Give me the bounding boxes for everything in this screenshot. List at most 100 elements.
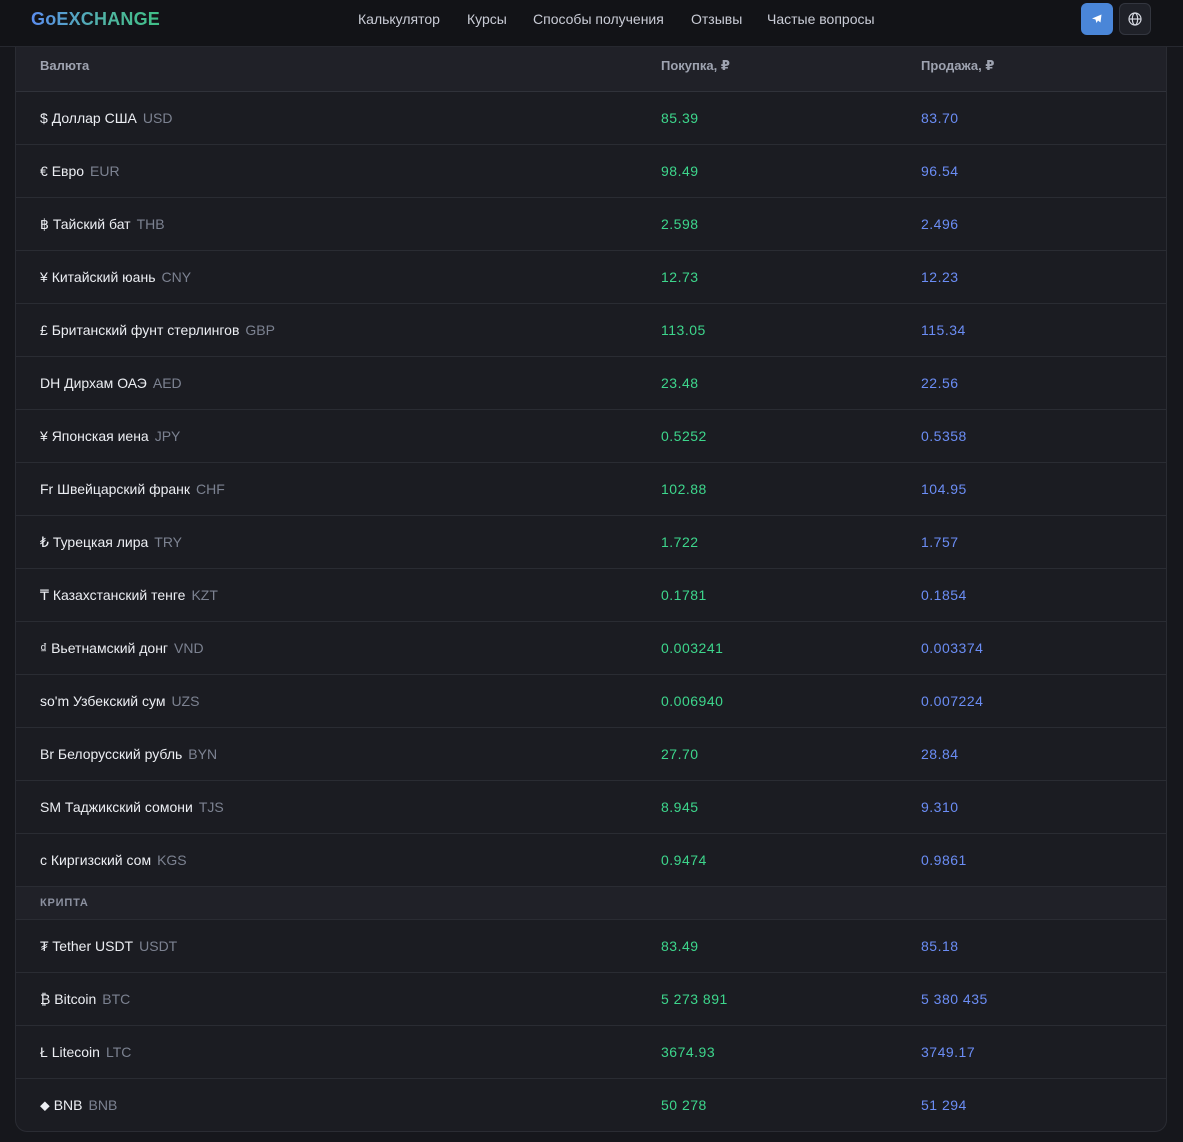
currency-code: THB — [136, 216, 165, 232]
nav-reviews[interactable]: Отзывы — [691, 11, 742, 27]
currency-symbol: ฿ — [40, 216, 49, 232]
currency-name: Казахстанский тенге — [52, 587, 186, 603]
currency-symbol: Fr — [40, 481, 54, 497]
currency-code: CNY — [161, 269, 192, 285]
table-row[interactable]: € Евро EUR 98.49 96.54 — [16, 145, 1166, 198]
currency-code: EUR — [90, 163, 120, 179]
currency-name: Доллар США — [51, 110, 137, 126]
table-row[interactable]: $ Доллар США USD 85.39 83.70 — [16, 92, 1166, 145]
top-navigation-bar: GoEXCHANGE Калькулятор Курсы Способы пол… — [0, 0, 1183, 47]
currency-name: Швейцарский франк — [57, 481, 191, 497]
currency-name: Турецкая лира — [52, 534, 149, 550]
globe-icon — [1128, 12, 1142, 26]
currency-name: Дирхам ОАЭ — [64, 375, 147, 391]
table-row[interactable]: ¥ Китайский юань CNY 12.73 12.23 — [16, 251, 1166, 304]
buy-rate: 98.49 — [661, 163, 699, 179]
buy-rate: 23.48 — [661, 375, 699, 391]
currency-name: Таджикский сомони — [64, 799, 193, 815]
currency-symbol: Br — [40, 746, 54, 762]
currency-cell: ⬥ BNB BNB — [40, 1097, 117, 1114]
currency-symbol: ¥ — [40, 428, 48, 444]
table-header: Валюта Покупка, ₽ Продажа, ₽ — [16, 47, 1166, 92]
buy-rate: 1.722 — [661, 534, 699, 550]
currency-symbol: Ł — [40, 1044, 48, 1060]
buy-rate: 83.49 — [661, 938, 699, 954]
table-row[interactable]: Fr Швейцарский франк CHF 102.88 104.95 — [16, 463, 1166, 516]
currency-symbol: ₿ — [40, 991, 51, 1007]
table-row[interactable]: с Киргизский сом KGS 0.9474 0.9861 — [16, 834, 1166, 887]
currency-cell: SM Таджикский сомони TJS — [40, 799, 224, 815]
currency-symbol: ₮ — [40, 938, 49, 954]
table-row[interactable]: Br Белорусский рубль BYN 27.70 28.84 — [16, 728, 1166, 781]
sell-rate: 22.56 — [921, 375, 959, 391]
currency-name: Тайский бат — [52, 216, 131, 232]
buy-rate: 0.9474 — [661, 852, 707, 868]
currency-cell: ₫ Вьетнамский донг VND — [40, 640, 204, 656]
nav-delivery-methods[interactable]: Способы получения — [533, 11, 664, 27]
table-row[interactable]: ⬥ BNB BNB 50 278 51 294 — [16, 1079, 1166, 1131]
currency-code: AED — [152, 375, 182, 391]
buy-rate: 50 278 — [661, 1097, 707, 1113]
currency-code: BNB — [88, 1097, 118, 1113]
buy-rate: 85.39 — [661, 110, 699, 126]
telegram-icon — [1092, 14, 1102, 23]
currency-symbol: с — [40, 852, 47, 868]
table-row[interactable]: ₮ Tether USDT USDT 83.49 85.18 — [16, 920, 1166, 973]
table-row[interactable]: ₿ Bitcoin BTC 5 273 891 5 380 435 — [16, 973, 1166, 1026]
currency-cell: $ Доллар США USD — [40, 110, 172, 126]
buy-rate: 102.88 — [661, 481, 707, 497]
language-button[interactable] — [1119, 3, 1151, 35]
table-row[interactable]: ₺ Турецкая лира TRY 1.722 1.757 — [16, 516, 1166, 569]
sell-rate: 9.310 — [921, 799, 959, 815]
currency-code: VND — [174, 640, 204, 656]
buy-rate: 0.5252 — [661, 428, 707, 444]
table-row[interactable]: ₸ Казахстанский тенге KZT 0.1781 0.1854 — [16, 569, 1166, 622]
currency-symbol: $ — [40, 110, 48, 126]
currency-name: Евро — [51, 163, 85, 179]
currency-symbol: ₺ — [40, 534, 49, 550]
currency-cell: ₮ Tether USDT USDT — [40, 938, 177, 954]
table-row[interactable]: ₫ Вьетнамский донг VND 0.003241 0.003374 — [16, 622, 1166, 675]
table-row[interactable]: Ł Litecoin LTC 3674.93 3749.17 — [16, 1026, 1166, 1079]
buy-rate: 0.1781 — [661, 587, 707, 603]
table-row[interactable]: SM Таджикский сомони TJS 8.945 9.310 — [16, 781, 1166, 834]
currency-code: BTC — [102, 991, 131, 1007]
section-title: КРИПТА — [40, 897, 89, 909]
currency-code: LTC — [105, 1044, 132, 1060]
table-row[interactable]: £ Британский фунт стерлингов GBP 113.05 115… — [16, 304, 1166, 357]
currency-code: BYN — [188, 746, 218, 762]
sell-rate: 115.34 — [921, 322, 966, 338]
currency-cell: с Киргизский сом KGS — [40, 852, 187, 868]
table-row[interactable]: so'm Узбекский сум UZS 0.006940 0.007224 — [16, 675, 1166, 728]
table-row[interactable]: DH Дирхам ОАЭ AED 23.48 22.56 — [16, 357, 1166, 410]
currency-name: Японская иена — [51, 428, 149, 444]
buy-rate: 27.70 — [661, 746, 699, 762]
currency-name: BNB — [53, 1097, 83, 1113]
currency-name: Белорусский рубль — [57, 746, 183, 762]
buy-rate: 0.003241 — [661, 640, 724, 656]
currency-name: Вьетнамский донг — [51, 640, 169, 656]
nav-rates[interactable]: Курсы — [467, 11, 507, 27]
currency-cell: Ł Litecoin LTC — [40, 1044, 131, 1060]
currency-cell: ₿ Bitcoin BTC — [40, 991, 130, 1007]
currency-name: Британский фунт стерлингов — [51, 322, 240, 338]
currency-symbol: € — [40, 163, 48, 179]
currency-name: Litecoin — [51, 1044, 100, 1060]
column-buy: Покупка, ₽ — [661, 58, 730, 73]
nav-calculator[interactable]: Калькулятор — [358, 11, 440, 27]
telegram-button[interactable] — [1081, 3, 1113, 35]
table-row[interactable]: ฿ Тайский бат THB 2.598 2.496 — [16, 198, 1166, 251]
buy-rate: 113.05 — [661, 322, 706, 338]
nav-faq[interactable]: Частые вопросы — [767, 11, 875, 27]
table-row[interactable]: ¥ Японская иена JPY 0.5252 0.5358 — [16, 410, 1166, 463]
sell-rate: 0.5358 — [921, 428, 967, 444]
currency-cell: ¥ Японская иена JPY — [40, 428, 180, 444]
sell-rate: 12.23 — [921, 269, 959, 285]
currency-name: Узбекский сум — [73, 693, 166, 709]
currency-cell: ฿ Тайский бат THB — [40, 216, 165, 233]
currency-symbol: SM — [40, 799, 61, 815]
rates-table: Валюта Покупка, ₽ Продажа, ₽ $ Доллар СШ… — [15, 47, 1167, 1132]
currency-name: Tether USDT — [52, 938, 134, 954]
currency-cell: Fr Швейцарский франк CHF — [40, 481, 225, 497]
currency-cell: DH Дирхам ОАЭ AED — [40, 375, 182, 391]
